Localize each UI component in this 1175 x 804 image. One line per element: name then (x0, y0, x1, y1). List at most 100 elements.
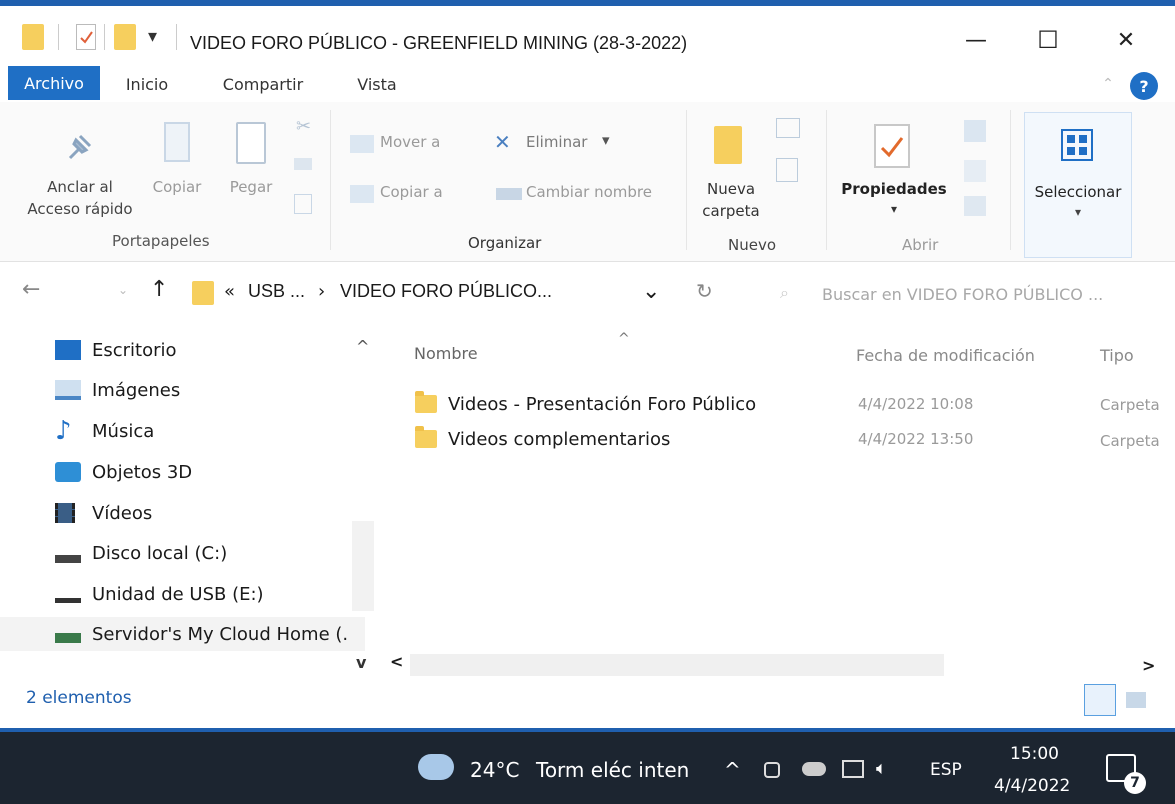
back-button[interactable]: ← (22, 277, 40, 302)
clock-date[interactable]: 4/4/2022 (994, 776, 1070, 796)
nav-item-disco-local[interactable]: Disco local (C:) (55, 536, 227, 570)
rename-button[interactable]: Cambiar nombre (492, 180, 672, 206)
address-input[interactable]: « USB ... › VIDEO FORO PÚBLICO... ⌄ (186, 275, 676, 315)
properties-icon (874, 124, 910, 168)
close-button[interactable]: ✕ (1096, 20, 1156, 60)
properties-dropdown-icon[interactable]: ▾ (834, 202, 954, 216)
delete-icon: ✕ (494, 130, 511, 154)
nav-item-musica[interactable]: ♪ Música (55, 414, 154, 448)
file-list: ^ (388, 325, 1175, 675)
address-overflow[interactable]: « (224, 281, 235, 302)
column-header-type[interactable]: Tipo (1100, 346, 1134, 365)
details-view-button[interactable] (1084, 684, 1116, 716)
select-dropdown-icon[interactable]: ▾ (1025, 205, 1131, 219)
delete-dropdown-icon[interactable]: ▾ (602, 131, 610, 149)
clipboard-icon (236, 122, 266, 164)
new-folder-label-line2: carpeta (702, 202, 760, 220)
delete-button[interactable]: ✕ Eliminar ▾ (492, 130, 632, 156)
refresh-button[interactable]: ↻ (696, 279, 713, 303)
meet-icon[interactable] (764, 762, 780, 778)
videos-icon (55, 503, 75, 523)
nav-item-escritorio[interactable]: Escritorio (55, 333, 177, 367)
hscroll-thumb[interactable] (410, 654, 944, 676)
nav-item-imagenes[interactable]: Imágenes (55, 373, 180, 407)
tab-archivo[interactable]: Archivo (8, 66, 100, 100)
large-icons-view-button[interactable] (1126, 692, 1146, 708)
copy-to-icon (350, 185, 374, 203)
copy-button[interactable]: Copiar (146, 116, 208, 206)
nav-scroll-down-icon[interactable]: v (356, 653, 366, 672)
help-icon[interactable]: ? (1130, 72, 1158, 100)
select-grid-icon (1061, 129, 1093, 165)
up-button[interactable]: ↑ (150, 277, 168, 302)
group-label-nuevo: Nuevo (728, 236, 777, 254)
move-to-icon (350, 135, 374, 153)
column-header-name[interactable]: Nombre (414, 344, 478, 363)
nav-item-cloud-home[interactable]: Servidor's My Cloud Home (. (0, 617, 365, 651)
edit-icon[interactable] (964, 160, 986, 182)
input-language[interactable]: ESP (930, 760, 962, 780)
move-to-label: Mover a (380, 133, 441, 151)
clock-time[interactable]: 15:00 (1010, 744, 1059, 764)
quick-access-folder-icon[interactable] (22, 24, 44, 50)
qa-dropdown-icon[interactable]: ▾ (148, 26, 157, 47)
folder-icon (415, 426, 437, 448)
maximize-button[interactable]: ☐ (1018, 20, 1078, 60)
pin-quick-access-button[interactable]: Anclar al Acceso rápido (10, 120, 150, 220)
column-header-date[interactable]: Fecha de modificación (856, 346, 1035, 365)
move-to-button[interactable]: Mover a (346, 130, 476, 156)
recent-locations-icon[interactable]: ⌄ (118, 283, 128, 297)
weather-temperature[interactable]: 24°C (470, 758, 519, 782)
copy-to-button[interactable]: Copiar a (346, 180, 476, 206)
paste-label: Pegar (229, 178, 273, 196)
sort-indicator-icon: ^ (618, 331, 630, 347)
new-folder-qa-icon[interactable] (114, 24, 136, 50)
nav-item-unidad-usb[interactable]: Unidad de USB (E:) (55, 577, 264, 611)
minimize-button[interactable]: — (946, 20, 1006, 60)
network-icon[interactable] (842, 760, 864, 778)
tab-inicio[interactable]: Inicio (112, 68, 182, 100)
select-label: Seleccionar (1034, 183, 1122, 201)
ribbon-collapse-icon[interactable]: ⌃ (1096, 68, 1120, 100)
volume-icon[interactable]: 🔈︎ (876, 758, 887, 779)
weather-storm-icon[interactable] (418, 754, 454, 780)
address-folder-icon (192, 281, 214, 305)
nav-scrollbar[interactable] (352, 521, 374, 611)
onedrive-error-icon[interactable] (802, 762, 826, 776)
paste-shortcut-icon[interactable] (294, 194, 312, 214)
new-item-icon[interactable] (776, 118, 800, 138)
hscroll-left-icon[interactable]: < (390, 652, 403, 671)
paste-button[interactable]: Pegar (218, 116, 284, 206)
new-folder-icon (714, 126, 742, 164)
nav-scroll-up-icon[interactable]: ^ (356, 337, 369, 356)
history-icon[interactable] (964, 196, 986, 216)
file-row[interactable]: Videos - Presentación Foro Público (415, 388, 756, 420)
new-folder-label-line1: Nueva (706, 180, 756, 198)
nav-item-objetos-3d[interactable]: Objetos 3D (55, 455, 192, 489)
nav-item-label: Música (92, 420, 155, 442)
open-icon[interactable] (964, 120, 986, 142)
nav-item-videos[interactable]: Vídeos (55, 496, 152, 530)
search-input[interactable]: ⌕ Buscar en VIDEO FORO PÚBLICO ... (764, 275, 1164, 315)
hscroll-right-icon[interactable]: > (1142, 656, 1155, 675)
tab-vista[interactable]: Vista (346, 68, 408, 100)
tab-compartir[interactable]: Compartir (210, 68, 316, 100)
select-button[interactable]: Seleccionar ▾ (1024, 112, 1132, 258)
show-hidden-icons-button[interactable]: ^ (724, 758, 741, 782)
breadcrumb-usb[interactable]: USB ... (248, 281, 305, 302)
weather-description[interactable]: Torm eléc inten (536, 758, 689, 782)
properties-button[interactable]: Propiedades ▾ (834, 118, 954, 218)
properties-label: Propiedades (841, 180, 947, 198)
file-name: Videos - Presentación Foro Público (448, 393, 757, 415)
properties-check-icon[interactable] (76, 24, 96, 50)
nav-item-label: Disco local (C:) (92, 542, 228, 564)
copy-path-icon[interactable] (294, 158, 312, 170)
title-divider (176, 24, 177, 50)
cut-icon[interactable]: ✂ (296, 116, 311, 137)
easy-access-icon[interactable] (776, 158, 798, 182)
new-folder-button[interactable]: Nueva carpeta (694, 120, 768, 224)
address-dropdown-icon[interactable]: ⌄ (642, 279, 660, 304)
notification-count: 7 (1124, 772, 1146, 794)
breadcrumb-current[interactable]: VIDEO FORO PÚBLICO... (340, 281, 552, 302)
file-row[interactable]: Videos complementarios (415, 423, 670, 455)
